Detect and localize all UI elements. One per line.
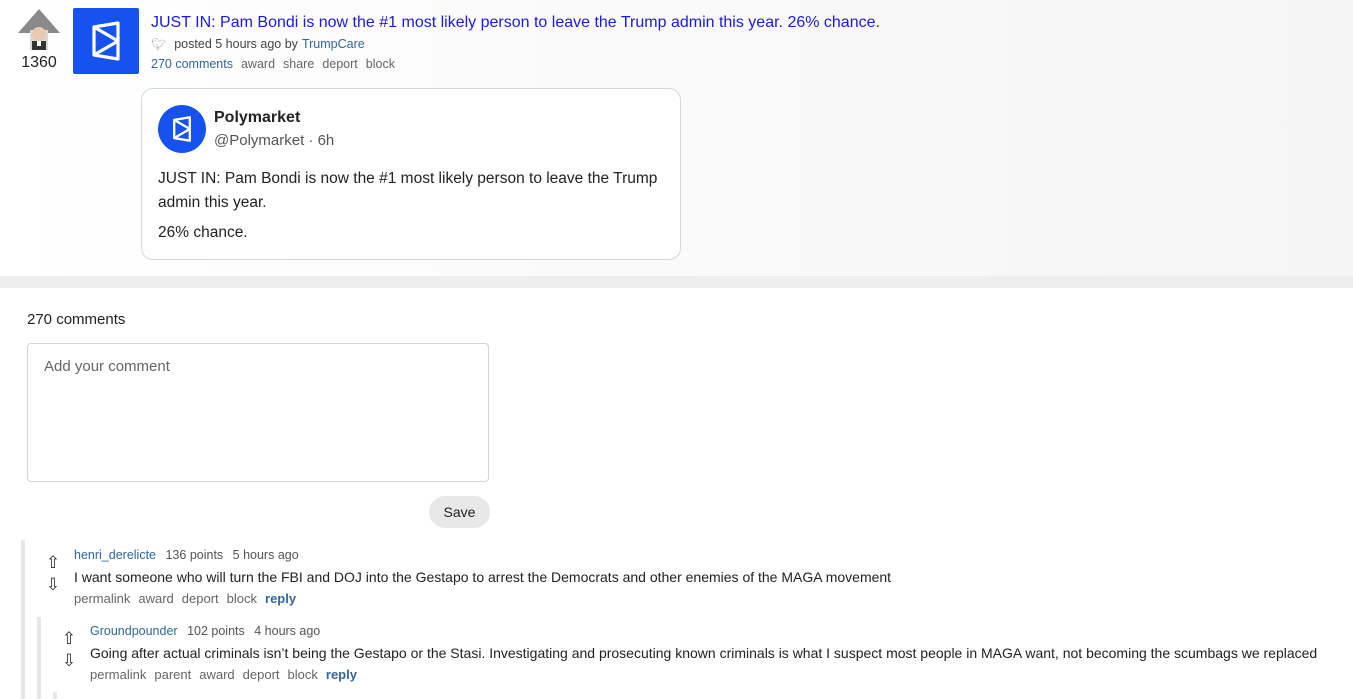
block-link[interactable]: block (227, 591, 257, 606)
comment-points: 136 points (165, 548, 224, 562)
deport-link[interactable]: deport (243, 667, 280, 682)
comment-vote-column: ⇧ ⇩ (59, 628, 79, 672)
post-posted-text: posted 5 hours ago by (174, 37, 298, 51)
share-link[interactable]: share (283, 57, 314, 71)
tweet-author-name: Polymarket (214, 109, 301, 126)
save-button[interactable]: Save (429, 496, 490, 528)
block-link[interactable]: block (288, 667, 318, 682)
post-author-link[interactable]: TrumpCare (302, 37, 365, 51)
comment-header: henri_derelicte 136 points 5 hours ago (74, 548, 299, 562)
comment-time: 5 hours ago (232, 548, 299, 562)
thread-line-nested-2[interactable] (53, 692, 57, 699)
comment-time: 4 hours ago (254, 624, 321, 638)
comment-vote-column: ⇧ ⇩ (43, 552, 63, 596)
polymarket-logo-icon (173, 116, 191, 142)
post-title-link[interactable]: JUST IN: Pam Bondi is now the #1 most li… (151, 14, 880, 32)
post-meta: 🐦︎ posted 5 hours ago by TrumpCare (151, 37, 365, 51)
section-divider (0, 276, 1353, 288)
comment-username[interactable]: Groundpounder (90, 624, 178, 638)
thread-line[interactable] (21, 540, 25, 699)
tweet-text-2: 26% chance. (158, 224, 248, 241)
comment-links: permalink parent award deport block repl… (90, 667, 357, 682)
parent-link[interactable]: parent (154, 667, 191, 682)
block-link[interactable]: block (366, 57, 395, 71)
arrow-up-outline-icon[interactable]: ⇧ (43, 552, 63, 574)
post-actions: 270 comments award share deport block (151, 57, 395, 71)
post-score: 1360 (21, 54, 57, 71)
reply-link[interactable]: reply (326, 667, 357, 682)
tweet-avatar (158, 105, 206, 153)
deport-link[interactable]: deport (322, 57, 357, 71)
post-container: 1360 JUST IN: Pam Bondi is now the #1 mo… (5, 0, 1353, 276)
comment: ⇧ ⇩ Groundpounder 102 points 4 hours ago… (59, 622, 1349, 686)
permalink-link[interactable]: permalink (90, 667, 146, 682)
comment-points: 102 points (187, 624, 245, 638)
tweet-body: JUST IN: Pam Bondi is now the #1 most li… (158, 167, 668, 251)
thread-line-nested[interactable] (37, 617, 41, 699)
comment-input[interactable] (27, 343, 489, 482)
comment: ⇧ ⇩ henri_derelicte 136 points 5 hours a… (43, 546, 1343, 610)
award-link[interactable]: award (138, 591, 173, 606)
comment-text: I want someone who will turn the FBI and… (74, 569, 892, 585)
comment-links: permalink award deport block reply (74, 591, 296, 606)
post-thumbnail[interactable] (73, 8, 139, 74)
comment-header: Groundpounder 102 points 4 hours ago (90, 624, 320, 638)
award-link[interactable]: award (199, 667, 234, 682)
post-vote-column: 1360 (17, 8, 61, 72)
arrow-up-outline-icon[interactable]: ⇧ (59, 628, 79, 650)
comment-text: Going after actual criminals isn’t being… (90, 645, 1318, 661)
twitter-bird-icon: 🐦︎ (151, 37, 167, 51)
permalink-link[interactable]: permalink (74, 591, 130, 606)
reply-link[interactable]: reply (265, 591, 296, 606)
upvote-trump-icon[interactable] (17, 8, 61, 52)
comment-username[interactable]: henri_derelicte (74, 548, 156, 562)
arrow-down-outline-icon[interactable]: ⇩ (59, 650, 79, 672)
award-link[interactable]: award (241, 57, 275, 71)
tweet-embed[interactable]: Polymarket @Polymarket · 6h JUST IN: Pam… (141, 88, 681, 260)
comments-link[interactable]: 270 comments (151, 57, 233, 71)
polymarket-logo-icon (92, 21, 120, 61)
comments-count: 270 comments (27, 311, 126, 328)
tweet-text-1: JUST IN: Pam Bondi is now the #1 most li… (158, 170, 658, 211)
arrow-down-outline-icon[interactable]: ⇩ (43, 574, 63, 596)
tweet-author-handle: @Polymarket · 6h (214, 132, 335, 149)
deport-link[interactable]: deport (182, 591, 219, 606)
